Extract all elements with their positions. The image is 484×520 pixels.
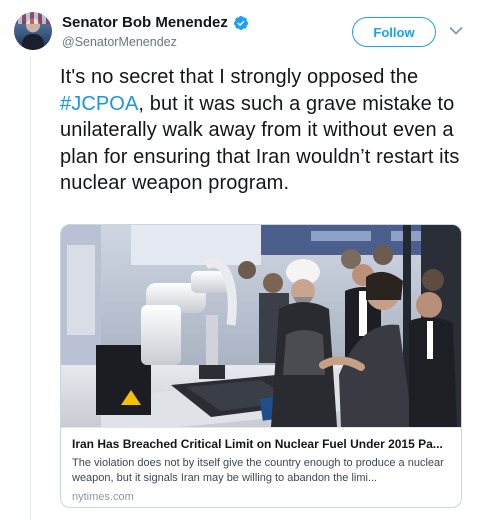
chevron-down-icon[interactable] (449, 25, 463, 37)
author-handle[interactable]: @SenatorMenendez (62, 35, 177, 49)
card-title[interactable]: Iran Has Breached Critical Limit on Nucl… (72, 437, 454, 451)
thread-divider (30, 56, 31, 520)
author-row[interactable]: Senator Bob Menendez (62, 14, 249, 31)
card-domain: nytimes.com (72, 491, 134, 503)
card-text: Iran Has Breached Critical Limit on Nucl… (61, 427, 461, 507)
hashtag-link[interactable]: #JCPOA (60, 93, 138, 115)
follow-button[interactable]: Follow (352, 17, 436, 47)
tweet: Senator Bob Menendez @SenatorMenendez Fo… (0, 0, 484, 520)
verified-badge-icon (233, 15, 248, 30)
link-card[interactable]: Iran Has Breached Critical Limit on Nucl… (60, 224, 462, 508)
author-name[interactable]: Senator Bob Menendez (62, 14, 228, 31)
tweet-text-before: It's no secret that I strongly opposed t… (60, 66, 419, 88)
card-description: The violation does not by itself give th… (72, 457, 444, 484)
tweet-text: It's no secret that I strongly opposed t… (60, 64, 470, 197)
card-image (61, 225, 461, 427)
avatar[interactable] (14, 12, 52, 50)
